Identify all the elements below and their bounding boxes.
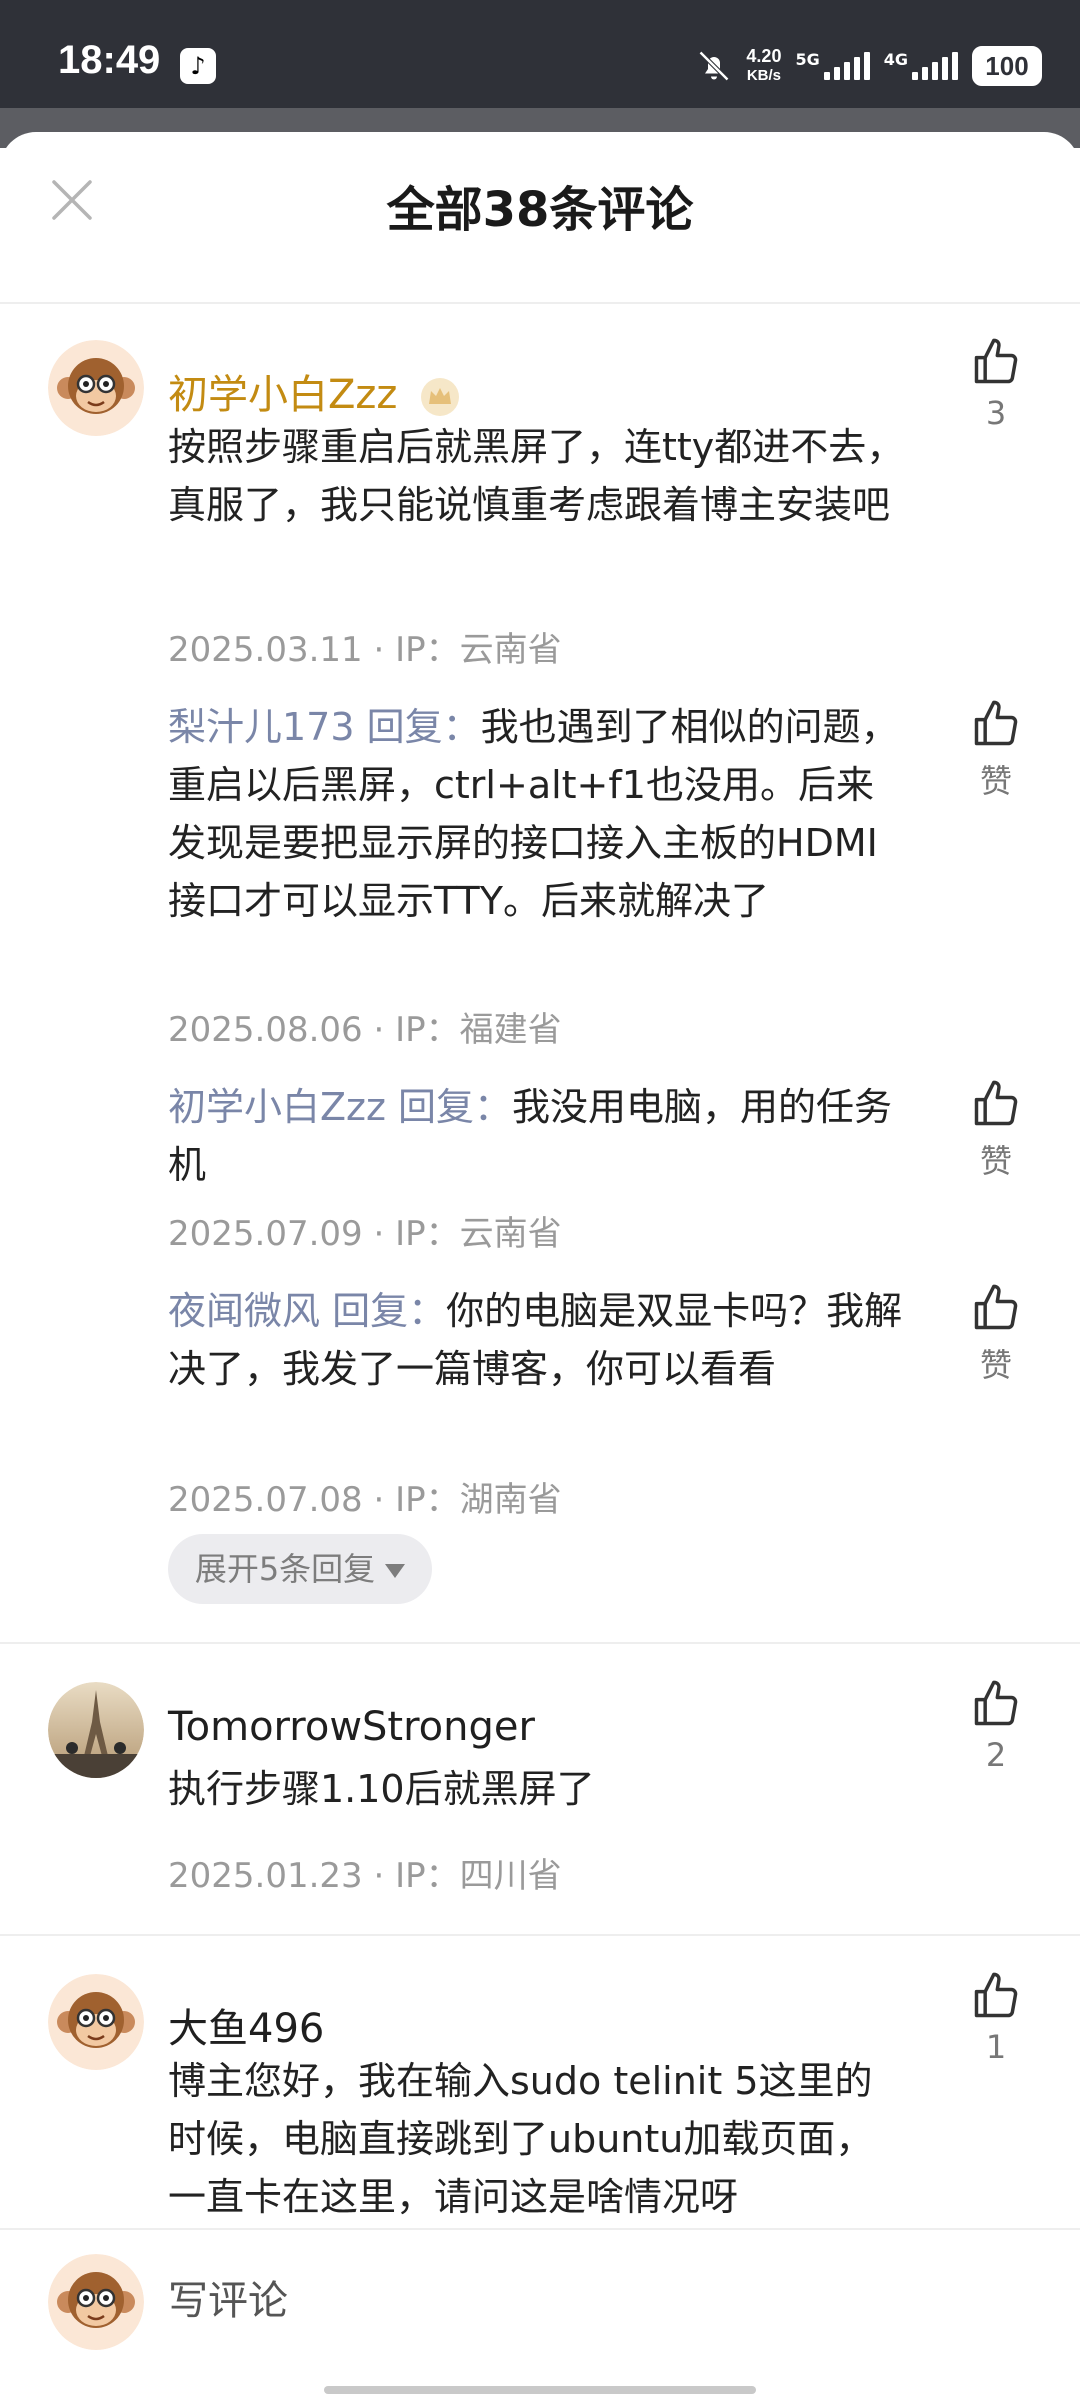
- comment-text: 执行步骤1.10后就黑屏了: [168, 1767, 595, 1811]
- eiffel-tower-avatar-icon: [48, 1682, 144, 1778]
- reply-text: 初学小白Zzz 回复：我没用电脑，用的任务机: [168, 1085, 893, 1187]
- my-avatar: [48, 2254, 144, 2350]
- reply-username[interactable]: 夜闻微风 回复：: [168, 1289, 446, 1333]
- reply-username[interactable]: 初学小白Zzz 回复：: [168, 1085, 512, 1129]
- signal-icon-1: [823, 52, 870, 80]
- avatar[interactable]: [48, 340, 144, 436]
- network-label-4g: 4G: [883, 49, 908, 69]
- mute-bell-icon: [699, 50, 730, 82]
- avatar[interactable]: [48, 1682, 144, 1778]
- like-button[interactable]: 赞: [956, 1282, 1036, 1386]
- sheet-header: 全部38条评论: [0, 132, 1080, 304]
- expand-replies-button[interactable]: 展开5条回复: [168, 1534, 432, 1604]
- like-label: 赞: [979, 1142, 1012, 1180]
- reply-meta: 2025.07.08 · IP：湖南省: [168, 1480, 562, 1520]
- like-count: 1: [985, 2028, 1007, 2066]
- comment-meta: 2025.01.23 · IP：四川省: [168, 1856, 562, 1896]
- reply-meta: 2025.07.09 · IP：云南省: [168, 1214, 562, 1254]
- home-indicator[interactable]: [324, 2386, 756, 2394]
- like-label: 赞: [979, 762, 1012, 800]
- battery-indicator: 100: [972, 46, 1042, 86]
- reply-meta: 2025.08.06 · IP：福建省: [168, 1010, 562, 1050]
- comment-text: 博主您好，我在输入sudo telinit 5这里的时候，电脑直接跳到了ubun…: [168, 2059, 874, 2219]
- caret-down-icon: [385, 1564, 406, 1578]
- status-bar: 18:49 ♪ 4.20 KB/s 5G 4G 100: [0, 0, 1080, 108]
- thumbs-up-icon: [974, 700, 1018, 746]
- like-button[interactable]: 3: [956, 336, 1036, 432]
- divider: [0, 1642, 1080, 1644]
- like-label: 赞: [979, 1346, 1012, 1384]
- like-count: 2: [985, 1736, 1007, 1774]
- comment-username[interactable]: 大鱼496: [168, 1996, 324, 2054]
- like-button[interactable]: 赞: [956, 698, 1036, 802]
- like-button[interactable]: 2: [956, 1678, 1036, 1774]
- comment-meta: 2025.03.11 · IP：云南省: [168, 630, 562, 670]
- thumbs-up-icon: [974, 1284, 1018, 1330]
- like-button[interactable]: 1: [956, 1970, 1036, 2066]
- thumbs-up-icon: [974, 1680, 1018, 1726]
- comment-username[interactable]: TomorrowStronger: [168, 1704, 535, 1750]
- thumbs-up-icon: [974, 1080, 1018, 1126]
- vip-crown-icon: [421, 378, 460, 416]
- comments-sheet: 全部38条评论 初学小白Zzz 按照步骤重启后就黑屏了，连tty都进不去，真服了…: [0, 132, 1080, 2400]
- reply-text: 夜闻微风 回复：你的电脑是双显卡吗？我解决了，我发了一篇博客，你可以看看: [168, 1289, 903, 1391]
- monkey-avatar-icon: [48, 340, 144, 436]
- comment-username[interactable]: 初学小白Zzz: [168, 362, 460, 420]
- reply-username[interactable]: 梨汁儿173 回复：: [168, 705, 481, 749]
- network-label-5g: 5G: [795, 49, 820, 69]
- monkey-avatar-icon: [48, 1974, 144, 2070]
- page-title: 全部38条评论: [386, 182, 694, 238]
- like-count: 3: [985, 394, 1007, 432]
- reply-text: 梨汁儿173 回复：我也遇到了相似的问题，重启以后黑屏，ctrl+alt+f1也…: [168, 705, 899, 923]
- status-icons: 4.20 KB/s 5G 4G 100: [696, 44, 1042, 88]
- thumbs-up-icon: [974, 338, 1018, 384]
- tiktok-icon: ♪: [180, 48, 216, 84]
- avatar[interactable]: [48, 1974, 144, 2070]
- monkey-avatar-icon: [48, 2254, 144, 2350]
- divider: [0, 1934, 1080, 1936]
- signal-icon-2: [912, 52, 958, 80]
- network-speed: 4.20 KB/s: [746, 46, 782, 85]
- like-button[interactable]: 赞: [956, 1078, 1036, 1182]
- write-comment-input[interactable]: 写评论: [168, 2268, 288, 2326]
- comment-text: 按照步骤重启后就黑屏了，连tty都进不去，真服了，我只能说慎重考虑跟着博主安装吧: [168, 425, 905, 527]
- compose-bar[interactable]: 写评论: [0, 2228, 1080, 2402]
- thumbs-up-icon: [974, 1972, 1018, 2018]
- status-time: 18:49: [58, 38, 161, 82]
